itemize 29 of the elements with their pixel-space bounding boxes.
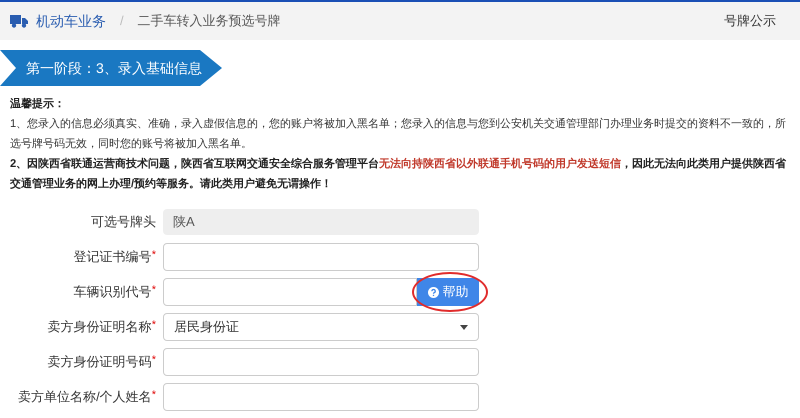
breadcrumb-separator: / [120,12,124,30]
required-mark: * [152,248,156,264]
input-field[interactable] [163,278,417,306]
field-label: 卖方身份证明名称 [48,318,152,336]
required-mark: * [152,283,156,298]
breadcrumb-current: 二手车转入业务预选号牌 [138,12,281,30]
input-field[interactable] [163,383,479,411]
field-label: 登记证书编号 [74,248,152,266]
help-icon [428,286,438,298]
stage-banner: 第一阶段：3、录入基础信息 [0,50,222,86]
select-field[interactable]: 居民身份证 [163,313,479,341]
truck-icon [10,14,28,28]
required-mark: * [152,353,156,368]
required-mark: * [152,388,156,404]
notice-title: 温馨提示： [10,96,66,112]
field-label: 车辆识别代号 [74,283,152,302]
plate-notice-link[interactable]: 号牌公示 [724,11,776,31]
input-field[interactable]: 陕A [163,209,479,235]
field-label: 卖方单位名称/个人姓名 [18,388,152,406]
breadcrumb-link[interactable]: 机动车业务 [36,10,106,32]
input-field[interactable] [163,243,479,271]
field-label: 可选号牌头 [91,213,156,232]
caret-icon [460,324,468,330]
notice-text: 2、因陕西省联通运营商技术问题，陕西省互联网交通安全综合服务管理平台无法向持陕西省以外联通手机号码的用户发送短信，因此无法向此类用户提供陕西省交通管理业务的网上办理/预约等服务。请此类用户避免无谓操作！ [10,156,788,192]
notice-text: 1、您录入的信息必须真实、准确，录入虚假信息的，您的账户将被加入黑名单；您录入的信息与您到公安机关交通管理部门办理业务时提交的资料不一致的，所选号牌号码无效，同时您的账号将被加入黑名单。 [10,116,788,152]
help-button[interactable]: 帮助 [417,278,479,306]
required-mark: * [152,318,156,334]
input-field[interactable] [163,348,479,376]
field-label: 卖方身份证明号码 [48,353,152,372]
